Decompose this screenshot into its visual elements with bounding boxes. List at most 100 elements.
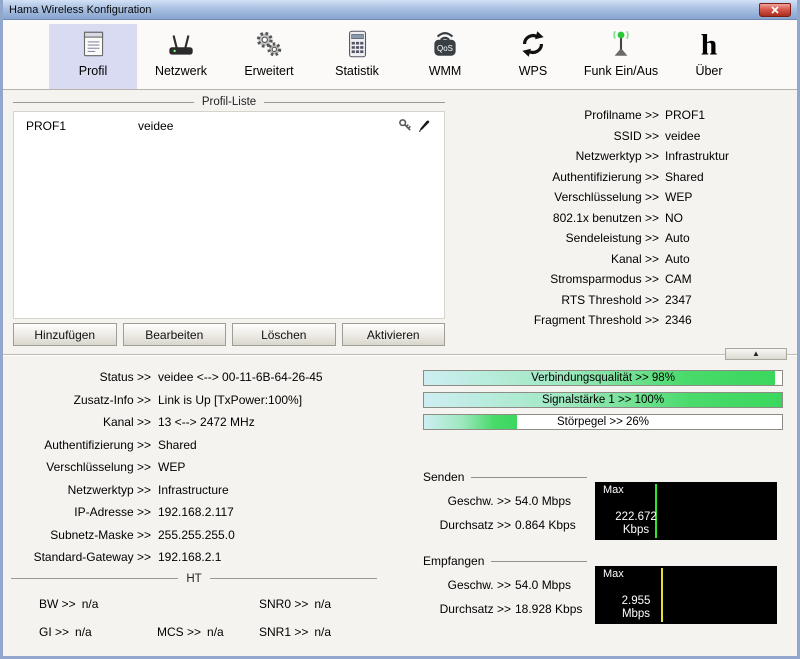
titlebar[interactable]: Hama Wireless Konfiguration	[3, 0, 797, 20]
empfangen-group: Empfangen Geschw. >> 54.0 Mbps Durchsatz …	[423, 554, 783, 624]
tab-statistik-label: Statistik	[335, 64, 379, 78]
auth-row: Authentifizierung >> Shared	[44, 437, 197, 452]
tab-profil[interactable]: Profil	[49, 24, 137, 89]
signal-strength-bar: Signalstärke 1 >> 100%	[423, 392, 783, 408]
empfangen-max-label: Max	[603, 568, 624, 580]
add-button[interactable]: Hinzufügen	[13, 323, 117, 346]
profile-ssid: veidee	[138, 118, 174, 133]
hama-logo-icon: h	[665, 27, 753, 63]
ht-group-title: HT	[11, 573, 377, 585]
key-icon	[399, 119, 411, 131]
profile-buttons: Hinzufügen Bearbeiten Löschen Aktivieren	[13, 323, 445, 346]
profile-name: PROF1	[26, 118, 67, 133]
close-button[interactable]	[759, 2, 791, 17]
empfangen-throughput: Durchsatz >> 18.928 Kbps	[439, 602, 583, 616]
subnet-row: Subnetz-Maske >> 255.255.255.0	[50, 527, 235, 542]
senden-graph: Max 222.672 Kbps	[595, 482, 777, 540]
link-status-panel: Status >> veidee <--> 00-11-6B-64-26-45 Z…	[11, 370, 411, 639]
tab-erweitert[interactable]: Erweitert	[225, 24, 313, 89]
detail-kanal: Kanal >> Auto	[610, 251, 690, 266]
collapse-button[interactable]: ▲	[725, 348, 787, 360]
senden-max-value: 222.672 Kbps	[615, 511, 657, 536]
link-quality-label: Verbindungsqualität >> 98%	[531, 372, 675, 384]
kanal-row: Kanal >> 13 <--> 2472 MHz	[102, 415, 255, 429]
qos-icon: QoS	[401, 27, 489, 63]
tab-statistik[interactable]: Statistik	[313, 24, 401, 89]
status-row: Status >> veidee <--> 00-11-6B-64-26-45	[99, 370, 323, 384]
toolbar: Profil Netzwerk Erweitert Statistik QoS …	[3, 20, 797, 90]
tab-funk-label: Funk Ein/Aus	[583, 64, 659, 78]
calculator-icon	[313, 27, 401, 63]
senden-group: Senden Geschw. >> 54.0 Mbps Durchsatz >> 0…	[423, 470, 783, 540]
empfangen-max-value: 2.955 Mbps	[621, 595, 651, 620]
empfangen-graph: Max 2.955 Mbps	[595, 566, 777, 624]
profile-list[interactable]: PROF1 veidee	[13, 111, 445, 319]
senden-speed: Geschw. >> 54.0 Mbps	[447, 494, 572, 508]
detail-fragment-threshold: Fragment Threshold >> 2346	[533, 313, 692, 327]
profile-list-group-title: Profil-Liste	[13, 96, 445, 108]
detail-stromsparmodus: Stromsparmodus >> CAM	[550, 272, 692, 286]
svg-text:h: h	[701, 29, 718, 61]
ht-gi: GI >> n/a	[39, 624, 92, 639]
senden-throughput: Durchsatz >> 0.864 Kbps	[439, 518, 576, 532]
window-title: Hama Wireless Konfiguration	[9, 3, 152, 16]
gateway-row: Standard-Gateway >> 192.168.2.1	[33, 550, 222, 564]
senden-max-label: Max	[603, 484, 624, 496]
signal-strength-label: Signalstärke 1 >> 100%	[541, 394, 665, 406]
detail-sendeleistung: Sendeleistung >> Auto	[565, 231, 690, 245]
noise-level-label: Störpegel >> 26%	[556, 416, 650, 428]
signal-panel: Verbindungsqualität >> 98% Signalstärke …	[411, 370, 783, 639]
network-type-row: Netzwerktyp >> Infrastructure	[67, 482, 229, 497]
noise-level-bar: Störpegel >> 26%	[423, 414, 783, 430]
edit-button[interactable]: Bearbeiten	[122, 323, 226, 346]
ht-mcs: MCS >> n/a	[157, 624, 224, 639]
detail-profilname: Profilname >> PROF1	[584, 108, 706, 122]
profile-list-panel: Profil-Liste PROF1 veidee Hinzufügen Bea…	[13, 96, 445, 346]
detail-rts-threshold: RTS Threshold >> 2347	[561, 292, 692, 307]
tab-wps[interactable]: WPS	[489, 24, 577, 89]
tab-wps-label: WPS	[518, 64, 548, 78]
ht-grid: BW >> n/a SNR0 >> n/a GI >> n/a MCS >> n/a S…	[11, 597, 377, 639]
app-window: Hama Wireless Konfiguration Profil Netzw…	[0, 0, 800, 659]
zusatz-info-row: Zusatz-Info >> Link is Up [TxPower:100%]	[73, 392, 303, 407]
empfangen-speed: Geschw. >> 54.0 Mbps	[447, 578, 572, 592]
delete-button[interactable]: Löschen	[232, 323, 336, 346]
antenna-icon	[577, 27, 665, 63]
link-quality-bar: Verbindungsqualität >> 98%	[423, 370, 783, 386]
profile-row[interactable]: PROF1 veidee	[14, 112, 444, 133]
wps-icon	[489, 27, 577, 63]
senden-header: Senden	[423, 470, 587, 484]
active-check-pen-icon	[418, 120, 430, 133]
ht-bw: BW >> n/a	[39, 596, 99, 611]
profile-section: Profil-Liste PROF1 veidee Hinzufügen Bea…	[3, 90, 797, 346]
section-divider: ▲	[3, 348, 797, 360]
tab-ueber[interactable]: h Über	[665, 24, 753, 89]
tab-ueber-label: Über	[695, 64, 723, 78]
ht-snr0: SNR0 >> n/a	[259, 596, 332, 611]
ip-row: IP-Adresse >> 192.168.2.117	[74, 505, 234, 519]
ht-snr1: SNR1 >> n/a	[259, 624, 332, 639]
tab-wmm[interactable]: QoS WMM	[401, 24, 489, 89]
profile-icon	[49, 27, 137, 63]
collapse-up-icon: ▲	[752, 349, 760, 358]
activate-button[interactable]: Aktivieren	[341, 323, 445, 346]
detail-verschluesselung: Verschlüsselung >> WEP	[554, 190, 693, 204]
tab-netzwerk-label: Netzwerk	[154, 64, 208, 78]
tab-netzwerk[interactable]: Netzwerk	[137, 24, 225, 89]
detail-ssid: SSID >> veidee	[613, 128, 701, 143]
tab-funk-ein-aus[interactable]: Funk Ein/Aus	[577, 24, 665, 89]
detail-authentifizierung: Authentifizierung >> Shared	[552, 169, 704, 184]
tab-wmm-label: WMM	[428, 64, 462, 78]
status-section: Status >> veidee <--> 00-11-6B-64-26-45 Z…	[3, 360, 797, 639]
network-icon	[137, 27, 225, 63]
empfangen-header: Empfangen	[423, 554, 587, 568]
tab-erweitert-label: Erweitert	[244, 64, 294, 78]
detail-netzwerktyp: Netzwerktyp >> Infrastruktur	[575, 149, 730, 163]
encryption-row: Verschlüsselung >> WEP	[46, 460, 186, 474]
tab-profil-label: Profil	[78, 64, 108, 78]
svg-text:QoS: QoS	[437, 44, 453, 53]
close-icon	[771, 5, 779, 14]
gears-icon	[225, 27, 313, 63]
profile-details-panel: Profilname >> PROF1 SSID >> veidee Netzwer…	[445, 96, 787, 346]
detail-8021x: 802.1x benutzen >> NO	[552, 210, 683, 225]
